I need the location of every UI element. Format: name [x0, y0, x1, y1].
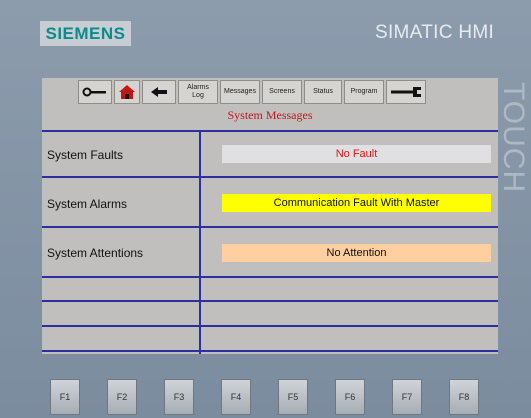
- f2-key[interactable]: F2: [107, 379, 137, 415]
- divider: [42, 350, 498, 352]
- page-title: System Messages: [227, 108, 313, 122]
- divider: [42, 325, 498, 327]
- divider: [42, 176, 498, 178]
- wrench-icon: [391, 87, 421, 97]
- alarms-log-button[interactable]: Alarms Log: [178, 80, 218, 104]
- function-key-row: F1 F2 F3 F4 F5 F6 F7 F8: [50, 379, 490, 417]
- system-alarms-label: System Alarms: [47, 197, 128, 211]
- divider: [42, 226, 498, 228]
- toolbar: Alarms Log Messages Screens Status Progr…: [78, 80, 488, 106]
- messages-button[interactable]: Messages: [220, 80, 260, 104]
- divider: [42, 276, 498, 278]
- system-faults-value: No Fault: [222, 145, 491, 163]
- f3-key[interactable]: F3: [164, 379, 194, 415]
- program-label: Program: [350, 88, 378, 95]
- divider: [42, 130, 498, 132]
- back-button[interactable]: [142, 80, 176, 104]
- f5-key[interactable]: F5: [278, 379, 308, 415]
- screens-button[interactable]: Screens: [262, 80, 302, 104]
- f6-key[interactable]: F6: [335, 379, 365, 415]
- messages-label: Messages: [224, 88, 256, 95]
- home-icon: [119, 85, 135, 99]
- column-divider: [199, 132, 201, 354]
- status-label: Status: [313, 88, 333, 95]
- screens-label: Screens: [269, 88, 295, 95]
- back-arrow-icon: [151, 87, 167, 97]
- system-attentions-label: System Attentions: [47, 246, 144, 260]
- brand-logo: SIEMENS: [40, 21, 131, 46]
- f8-key[interactable]: F8: [449, 379, 479, 415]
- system-alarms-value: Communication Fault With Master: [222, 194, 491, 212]
- home-button[interactable]: [114, 80, 140, 104]
- divider: [42, 300, 498, 302]
- touch-label: TOUCH: [497, 82, 530, 194]
- f1-key[interactable]: F1: [50, 379, 80, 415]
- model-name: SIMATIC HMI: [375, 22, 495, 43]
- key-icon: [82, 87, 106, 97]
- settings-button[interactable]: [386, 80, 426, 104]
- f7-key[interactable]: F7: [392, 379, 422, 415]
- program-button[interactable]: Program: [344, 80, 384, 104]
- f4-key[interactable]: F4: [221, 379, 251, 415]
- hmi-screen: Alarms Log Messages Screens Status Progr…: [42, 78, 498, 354]
- login-button[interactable]: [78, 80, 112, 104]
- system-attentions-value: No Attention: [222, 244, 491, 262]
- system-faults-label: System Faults: [47, 148, 124, 162]
- status-button[interactable]: Status: [304, 80, 342, 104]
- alarms-log-label: Alarms Log: [187, 84, 209, 99]
